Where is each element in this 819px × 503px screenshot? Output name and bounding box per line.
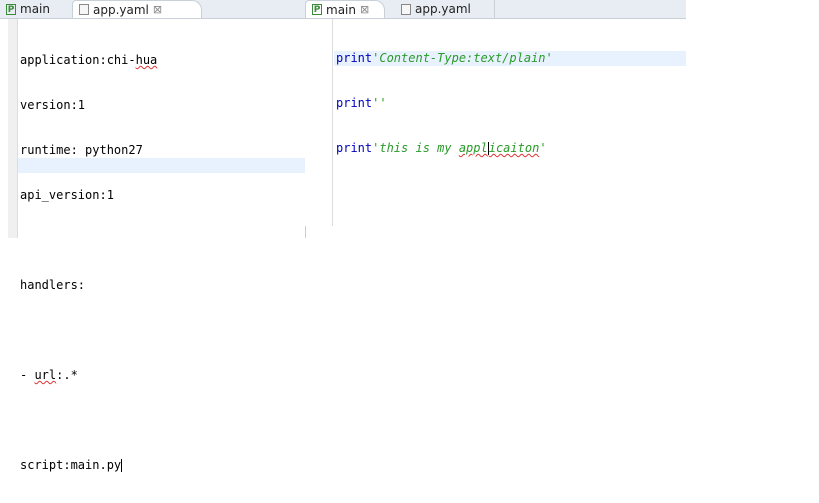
tab-label: app.yaml — [415, 2, 471, 16]
tab-main[interactable]: P main ⊠ — [305, 0, 385, 18]
close-icon[interactable]: ⊠ — [360, 3, 369, 16]
right-editor-panel: P main ⊠ app.yaml print'Content-Type:tex… — [305, 0, 686, 226]
python-code[interactable]: print'Content-Type:text/plain' print'' p… — [336, 21, 553, 186]
file-icon — [401, 3, 411, 15]
left-tab-bar: P main app.yaml ⊠ — [0, 0, 305, 19]
file-icon — [79, 4, 89, 15]
tab-app-yaml[interactable]: app.yaml — [395, 0, 495, 18]
right-tab-bar: P main ⊠ app.yaml — [305, 0, 686, 19]
editor-ruler — [8, 19, 18, 238]
left-editor-panel: P main app.yaml ⊠ application:chi-hua ve… — [0, 0, 306, 472]
tab-label: app.yaml — [93, 2, 149, 17]
text-caret — [121, 459, 123, 472]
editor-ruler — [305, 19, 333, 226]
tab-label: main — [326, 2, 356, 17]
python-file-icon: P — [312, 4, 322, 15]
tab-app-yaml[interactable]: app.yaml ⊠ — [72, 0, 202, 18]
yaml-code[interactable]: application:chi-hua version:1 runtime: p… — [20, 23, 157, 503]
close-icon[interactable]: ⊠ — [153, 3, 162, 16]
tab-main[interactable]: P main — [0, 0, 56, 18]
tab-label: main — [20, 2, 50, 16]
python-file-icon: P — [6, 3, 16, 15]
